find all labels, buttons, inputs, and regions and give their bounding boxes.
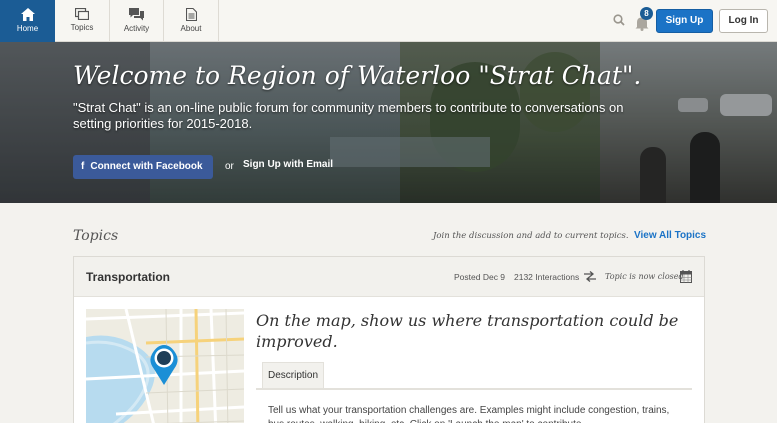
top-navigation-bar: Home Topics Activity About 8 Sign Up Log… (0, 0, 777, 42)
facebook-icon: f (81, 161, 85, 172)
notifications[interactable]: 8 (634, 7, 653, 32)
topic-status: Topic is now closed (605, 272, 684, 281)
notification-badge: 8 (640, 7, 653, 20)
topic-title[interactable]: Transportation (86, 270, 170, 284)
map-pin-icon (150, 345, 178, 385)
topic-card: Transportation Posted Dec 9 2132 Interac… (73, 256, 705, 423)
about-icon (185, 8, 197, 21)
nav-item-label: About (180, 24, 202, 33)
topics-hint: Join the discussion and add to current t… (433, 231, 629, 241)
posted-date: Posted Dec 9 (454, 272, 506, 282)
hero-subtitle: "Strat Chat" is an on-line public forum … (73, 100, 624, 131)
nav-item-topics[interactable]: Topics (55, 0, 110, 42)
activity-icon (129, 8, 144, 21)
calendar-icon (680, 270, 692, 283)
hero-title: Welcome to Region of Waterloo "Strat Cha… (73, 61, 642, 90)
tab-divider (256, 388, 692, 390)
log-in-button[interactable]: Log In (719, 9, 768, 33)
sign-up-button[interactable]: Sign Up (656, 9, 713, 33)
topics-heading: Topics (73, 228, 119, 244)
connect-facebook-label: Connect with Facebook (90, 161, 203, 172)
or-separator: or (225, 161, 234, 172)
swap-arrows-icon (584, 271, 596, 282)
interactions-count: 2132 Interactions (514, 272, 580, 282)
nav-item-home[interactable]: Home (0, 0, 55, 42)
topic-description: Tell us what your transportation challen… (268, 405, 670, 423)
nav-item-label: Activity (123, 24, 150, 33)
view-all-topics-link[interactable]: View All Topics (634, 230, 706, 241)
topic-question: On the map, show us where transportation… (256, 311, 679, 351)
nav-item-label: Topics (70, 23, 94, 32)
hero-banner: Welcome to Region of Waterloo "Strat Cha… (0, 42, 777, 203)
nav-item-label: Home (16, 24, 39, 33)
tab-description[interactable]: Description (262, 362, 324, 388)
nav-item-about[interactable]: About (164, 0, 219, 42)
topics-icon (75, 8, 89, 20)
topic-card-header: Transportation Posted Dec 9 2132 Interac… (74, 257, 704, 297)
home-icon (20, 8, 35, 21)
topic-map-thumbnail[interactable] (86, 309, 244, 423)
sign-up-email-link[interactable]: Sign Up with Email (243, 159, 333, 170)
connect-facebook-button[interactable]: f Connect with Facebook (73, 155, 213, 179)
search-icon[interactable] (613, 14, 625, 26)
nav-item-activity[interactable]: Activity (110, 0, 164, 42)
